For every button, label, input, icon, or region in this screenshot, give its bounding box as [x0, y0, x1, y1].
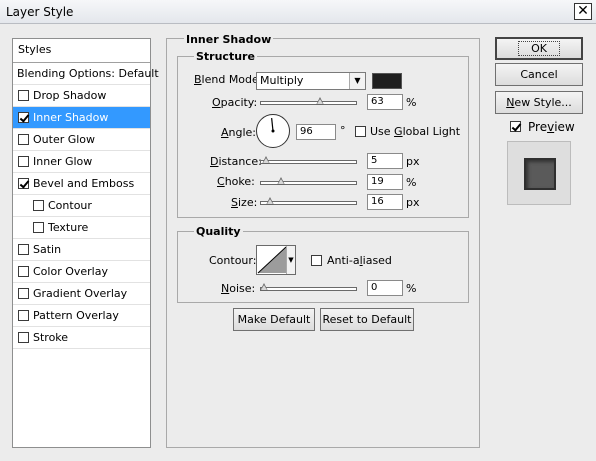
- style-checkbox[interactable]: [18, 178, 29, 189]
- make-default-button[interactable]: Make Default: [233, 308, 315, 331]
- style-item-contour[interactable]: Contour: [13, 195, 150, 217]
- choke-unit: %: [406, 176, 417, 189]
- distance-slider-thumb[interactable]: [261, 156, 270, 164]
- ok-button-label: OK: [518, 41, 560, 56]
- close-button[interactable]: ✕: [574, 3, 592, 20]
- noise-input[interactable]: 0: [367, 280, 403, 296]
- style-item-outer-glow[interactable]: Outer Glow: [13, 129, 150, 151]
- styles-header[interactable]: Styles: [13, 39, 150, 63]
- choke-input[interactable]: 19: [367, 174, 403, 190]
- style-item-inner-shadow[interactable]: Inner Shadow: [13, 107, 150, 129]
- style-item-stroke[interactable]: Stroke: [13, 327, 150, 349]
- style-checkbox[interactable]: [18, 266, 29, 277]
- contour-label: Contour:: [209, 254, 257, 267]
- title-bar: Layer Style ✕: [0, 0, 596, 24]
- opacity-input[interactable]: 63: [367, 94, 403, 110]
- style-item-pattern-overlay[interactable]: Pattern Overlay: [13, 305, 150, 327]
- quality-title: Quality: [194, 225, 243, 238]
- style-checkbox[interactable]: [18, 90, 29, 101]
- style-checkbox[interactable]: [33, 222, 44, 233]
- preview-label: Preview: [528, 120, 575, 134]
- style-item-label: Pattern Overlay: [33, 309, 119, 322]
- ok-button[interactable]: OK: [495, 37, 583, 60]
- anti-aliased-label: Anti-aliased: [327, 254, 392, 267]
- style-item-label: Contour: [48, 199, 92, 212]
- style-checkbox[interactable]: [18, 134, 29, 145]
- style-preview: [507, 141, 571, 205]
- style-checkbox[interactable]: [33, 200, 44, 211]
- blend-mode-label: Blend Mode:: [194, 73, 263, 86]
- style-item-label: Stroke: [33, 331, 69, 344]
- size-slider-thumb[interactable]: [265, 197, 274, 205]
- style-item-label: Outer Glow: [33, 133, 96, 146]
- style-item-label: Texture: [48, 221, 89, 234]
- style-item-drop-shadow[interactable]: Drop Shadow: [13, 85, 150, 107]
- styles-list: Styles Blending Options: Default Drop Sh…: [12, 38, 159, 448]
- style-checkbox[interactable]: [18, 288, 29, 299]
- size-label: Size:: [231, 196, 258, 209]
- choke-slider[interactable]: [260, 181, 357, 185]
- style-item-inner-glow[interactable]: Inner Glow: [13, 151, 150, 173]
- style-checkbox[interactable]: [18, 332, 29, 343]
- contour-picker[interactable]: ▼: [256, 245, 296, 275]
- chevron-down-icon: ▼: [349, 73, 365, 89]
- style-checkbox[interactable]: [18, 112, 29, 123]
- blending-options-item[interactable]: Blending Options: Default: [13, 63, 159, 85]
- noise-unit: %: [406, 282, 417, 295]
- opacity-slider-thumb[interactable]: [316, 97, 325, 105]
- style-item-satin[interactable]: Satin: [13, 239, 150, 261]
- contour-curve-icon: [257, 246, 287, 274]
- style-checkbox[interactable]: [18, 244, 29, 255]
- style-checkbox[interactable]: [18, 310, 29, 321]
- size-slider[interactable]: [260, 201, 357, 205]
- preview-swatch: [524, 158, 556, 190]
- cancel-button[interactable]: Cancel: [495, 63, 583, 86]
- size-input[interactable]: 16: [367, 194, 403, 210]
- style-item-label: Inner Glow: [33, 155, 93, 168]
- shadow-color-swatch[interactable]: [372, 73, 402, 89]
- style-item-label: Gradient Overlay: [33, 287, 128, 300]
- distance-slider[interactable]: [260, 160, 357, 164]
- style-item-texture[interactable]: Texture: [13, 217, 150, 239]
- style-item-label: Bevel and Emboss: [33, 177, 135, 190]
- noise-label: Noise:: [221, 282, 256, 295]
- angle-dial-icon: [271, 118, 275, 133]
- size-unit: px: [406, 196, 420, 209]
- blend-mode-select[interactable]: Multiply ▼: [256, 72, 366, 90]
- close-icon: ✕: [577, 3, 589, 19]
- angle-dial[interactable]: [256, 114, 290, 148]
- distance-unit: px: [406, 155, 420, 168]
- style-checkbox[interactable]: [18, 156, 29, 167]
- angle-label: Angle:: [221, 126, 257, 139]
- contour-dropdown-icon[interactable]: ▼: [286, 246, 295, 274]
- style-item-label: Satin: [33, 243, 62, 256]
- reset-to-default-button[interactable]: Reset to Default: [320, 308, 414, 331]
- new-style-button[interactable]: New Style...: [495, 91, 583, 114]
- choke-slider-thumb[interactable]: [276, 177, 285, 185]
- opacity-unit: %: [406, 96, 417, 109]
- distance-label: Distance:: [210, 155, 262, 168]
- use-global-light-label: Use Global Light: [370, 125, 461, 138]
- style-item-bevel-and-emboss[interactable]: Bevel and Emboss: [13, 173, 150, 195]
- preview-checkbox[interactable]: [510, 121, 521, 132]
- anti-aliased-checkbox[interactable]: [311, 255, 322, 266]
- blend-mode-value: Multiply: [260, 74, 304, 87]
- noise-slider-thumb[interactable]: [260, 283, 268, 291]
- style-item-gradient-overlay[interactable]: Gradient Overlay: [13, 283, 150, 305]
- structure-title: Structure: [194, 50, 257, 63]
- style-item-label: Color Overlay: [33, 265, 108, 278]
- angle-unit: °: [340, 124, 346, 137]
- window-title: Layer Style: [6, 5, 74, 19]
- style-item-label: Inner Shadow: [33, 111, 109, 124]
- style-item-color-overlay[interactable]: Color Overlay: [13, 261, 150, 283]
- section-title: Inner Shadow: [184, 33, 274, 46]
- distance-input[interactable]: 5: [367, 153, 403, 169]
- noise-slider[interactable]: [260, 287, 357, 291]
- style-item-label: Drop Shadow: [33, 89, 107, 102]
- opacity-label: Opacity:: [212, 96, 258, 109]
- choke-label: Choke:: [217, 175, 255, 188]
- opacity-slider[interactable]: [260, 101, 357, 105]
- angle-input[interactable]: 96: [296, 124, 336, 140]
- use-global-light-checkbox[interactable]: [355, 126, 366, 137]
